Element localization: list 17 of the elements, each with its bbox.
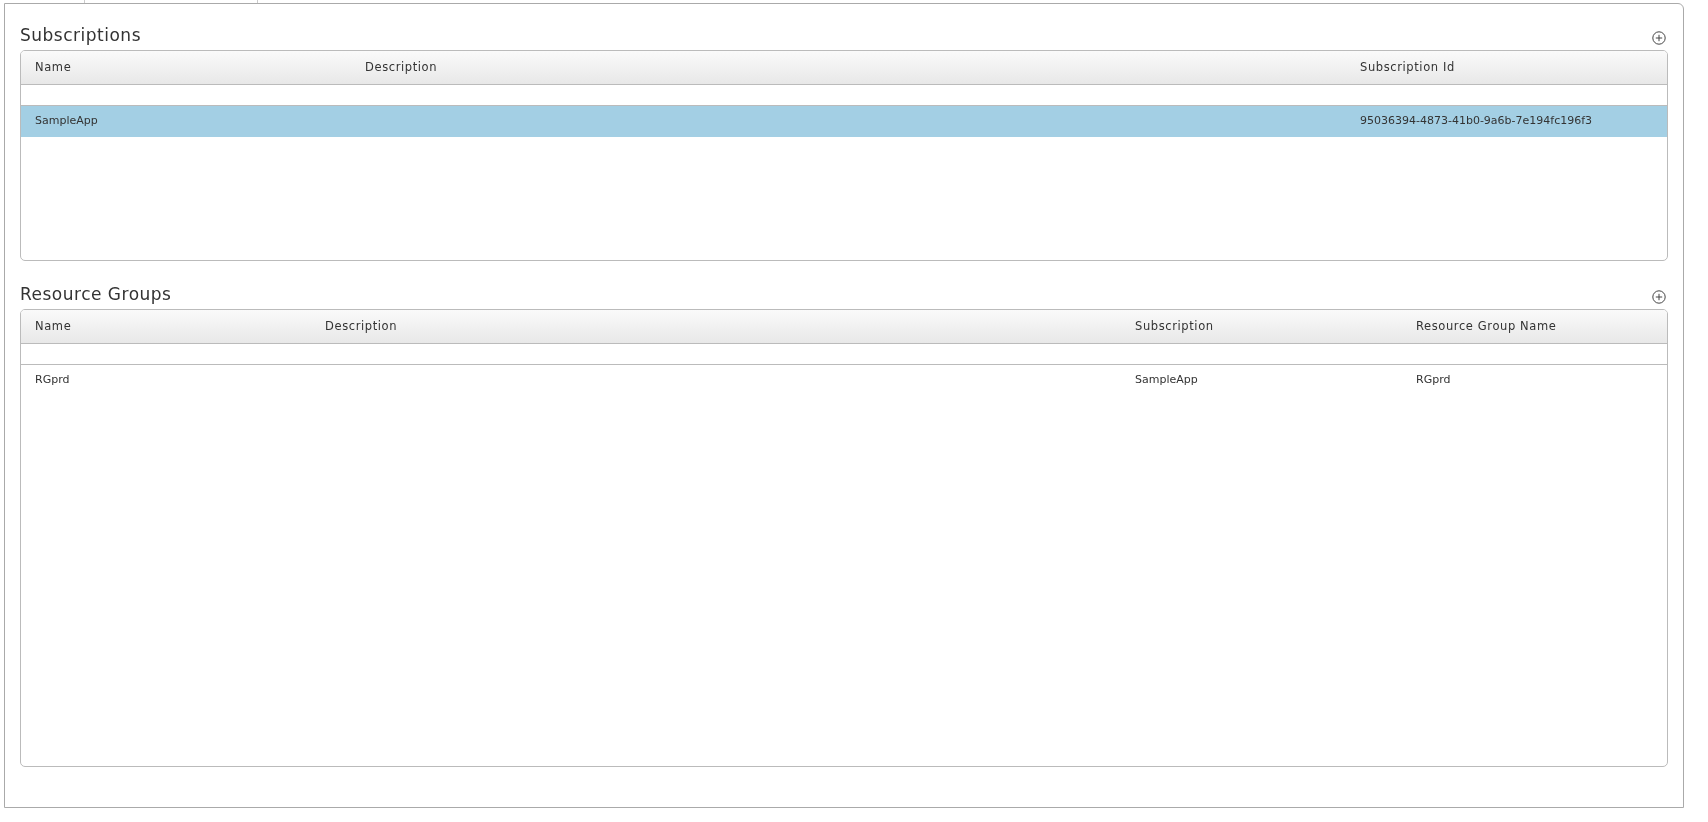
table-cell-text: RGprd <box>34 372 71 389</box>
add-icon[interactable] <box>1652 31 1666 45</box>
add-icon[interactable] <box>1652 290 1666 304</box>
table-cell-text: RGprd <box>1415 372 1452 389</box>
column-header[interactable]: Description <box>311 317 1121 336</box>
column-header[interactable]: Subscription <box>1121 317 1402 336</box>
table-row[interactable]: SampleApp 95036394-4873-41b0-9a6b-7e194fc196f3 <box>21 106 1667 137</box>
column-header[interactable]: Subscription Id <box>1346 58 1667 77</box>
section-title: Resource Groups <box>20 283 172 305</box>
section-title: Subscriptions <box>20 24 141 46</box>
column-header[interactable]: Resource Group Name <box>1402 317 1667 336</box>
table-cell-text: SampleApp <box>34 113 99 130</box>
table-cell-text: SampleApp <box>1134 372 1199 389</box>
column-header[interactable]: Name <box>21 317 311 336</box>
column-header[interactable]: Description <box>351 58 1346 77</box>
column-header[interactable]: Name <box>21 58 351 77</box>
table-cell-text: 95036394-4873-41b0-9a6b-7e194fc196f3 <box>1359 113 1594 130</box>
